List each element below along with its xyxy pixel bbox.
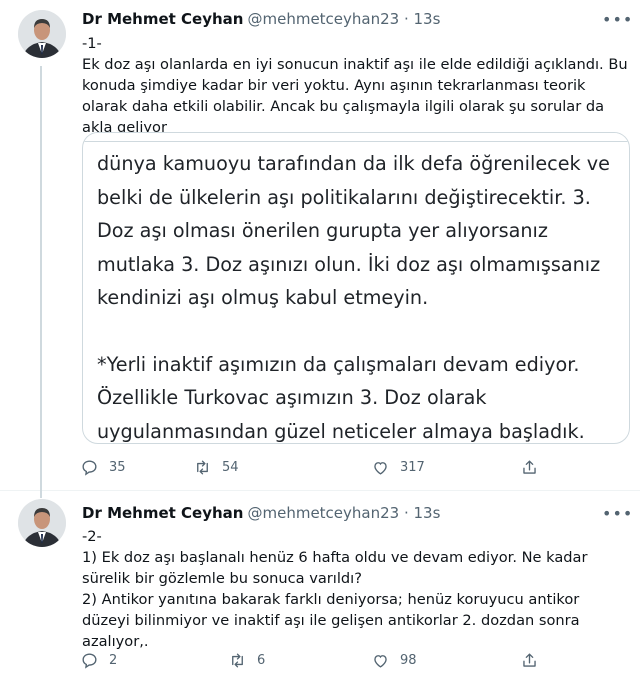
tweet-text-content: -2- 1) Ek doz aşı başlanalı henüz 6 haft… [82, 528, 588, 650]
like-count: 98 [400, 652, 417, 668]
author-handle-time[interactable]: @mehmetceyhan23 · 13s [247, 504, 440, 522]
avatar[interactable] [18, 499, 66, 547]
tweet-header: Dr Mehmet Ceyhan @mehmetceyhan23 · 13s [82, 10, 440, 28]
reply-icon [82, 652, 97, 669]
reply-count: 35 [109, 459, 126, 475]
share-icon [523, 652, 536, 667]
more-icon[interactable]: ••• [602, 506, 632, 528]
tweet-2[interactable]: Dr Mehmet Ceyhan @mehmetceyhan23 · 13s ••… [0, 490, 640, 686]
like-count: 317 [400, 459, 425, 475]
retweet-button[interactable]: 54 [193, 455, 239, 479]
retweet-button[interactable]: 6 [228, 648, 265, 672]
retweet-count: 6 [257, 652, 266, 668]
share-button[interactable] [520, 455, 539, 479]
tweet-text: -2- 1) Ek doz aşı başlanalı henüz 6 haft… [82, 526, 630, 652]
media-text-para-2: *Yerli inaktif aşımızın da çalışmaları d… [97, 352, 585, 443]
tweet-text: -1- Ek doz aşı olanlarda en iyi sonucun … [82, 33, 630, 138]
author-handle-time[interactable]: @mehmetceyhan23 · 13s [247, 10, 440, 28]
thread-line [40, 66, 42, 490]
like-icon [374, 461, 387, 475]
reply-button[interactable]: 2 [80, 648, 117, 672]
retweet-icon [197, 459, 208, 475]
tweet-header: Dr Mehmet Ceyhan @mehmetceyhan23 · 13s [82, 504, 440, 522]
share-button[interactable] [520, 648, 539, 672]
reply-icon [82, 459, 97, 476]
tweet-actions: 35 54 317 [80, 455, 550, 479]
author-name[interactable]: Dr Mehmet Ceyhan [82, 10, 243, 28]
tweet-media-card[interactable]: dünya kamuoyu tarafından da ilk defa öğr… [82, 132, 630, 444]
like-button[interactable]: 317 [371, 455, 425, 479]
reply-count: 2 [109, 652, 118, 668]
retweet-icon [232, 652, 243, 668]
tweet-actions: 2 6 98 [80, 648, 550, 672]
media-text-block: dünya kamuoyu tarafından da ilk defa öğr… [97, 147, 617, 443]
avatar[interactable] [18, 10, 66, 58]
tweet-1[interactable]: Dr Mehmet Ceyhan @mehmetceyhan23 · 13s ••… [0, 0, 640, 490]
thread-line [40, 490, 42, 498]
author-name[interactable]: Dr Mehmet Ceyhan [82, 504, 243, 522]
like-button[interactable]: 98 [371, 648, 417, 672]
reply-button[interactable]: 35 [80, 455, 126, 479]
media-crop-edge [83, 133, 629, 142]
more-icon[interactable]: ••• [602, 12, 632, 34]
media-text-para-1: dünya kamuoyu tarafından da ilk defa öğr… [97, 152, 610, 309]
share-icon [523, 459, 536, 474]
retweet-count: 54 [222, 459, 239, 475]
tweet-text-content: -1- Ek doz aşı olanlarda en iyi sonucun … [82, 35, 628, 136]
like-icon [374, 654, 387, 668]
